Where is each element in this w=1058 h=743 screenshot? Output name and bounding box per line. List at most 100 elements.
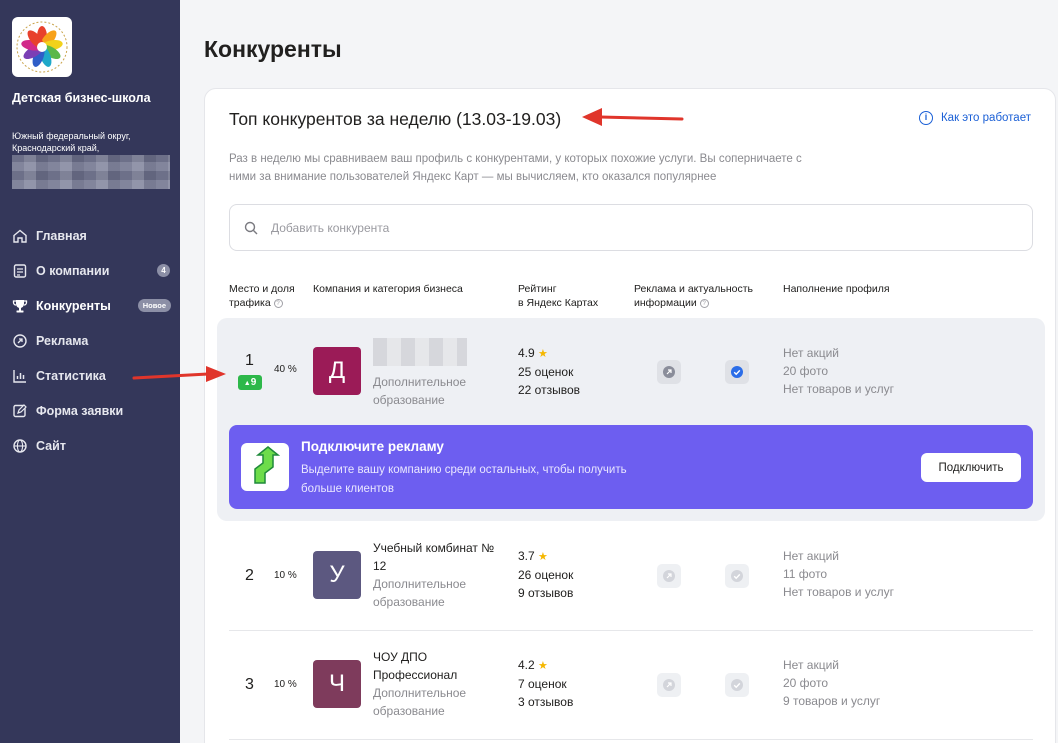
column-header-place: Место и доля трафика ? [229, 282, 295, 310]
sidebar-item-about[interactable]: О компании 4 [0, 253, 180, 288]
ratings-count: 25 оценок [518, 365, 574, 379]
rating-block: 4.9 ★ 25 оценок 22 отзывов [518, 344, 580, 399]
info-actual-check-icon[interactable] [725, 564, 749, 588]
column-header-company: Компания и категория бизнеса [313, 283, 463, 295]
star-icon: ★ [538, 348, 548, 360]
company-category: Дополнительное образование [373, 375, 467, 407]
help-icon[interactable]: ? [699, 298, 709, 308]
row-divider [229, 739, 1033, 740]
company-info: Учебный комбинат № 12 Дополнительное обр… [373, 539, 503, 611]
sidebar-item-competitors[interactable]: Конкуренты Новое [0, 288, 180, 323]
sidebar-item-label: Сайт [36, 438, 66, 453]
goods-count: 9 товаров и услуг [783, 694, 881, 708]
sidebar-item-form[interactable]: Форма заявки [0, 393, 180, 428]
company-name[interactable]: ЧОУ ДПО Профессионал [373, 648, 503, 684]
star-icon: ★ [538, 551, 548, 563]
rank-change-value: 9 [250, 377, 257, 388]
profile-fill: Нет акций 20 фото Нет товаров и услуг [783, 344, 894, 398]
blurred-company-name [373, 338, 467, 366]
how-it-works-label: Как это работает [940, 112, 1031, 124]
card-description: Раз в неделю мы сравниваем ваш профиль с… [229, 153, 802, 183]
column-header-rating: Рейтинг в Яндекс Картах [518, 282, 598, 310]
sidebar-item-label: Форма заявки [36, 403, 124, 418]
reviews-count: 9 отзывов [518, 586, 574, 600]
sidebar-item-label: Конкуренты [36, 298, 111, 313]
blurred-address [12, 155, 170, 189]
trophy-icon [12, 298, 28, 314]
new-badge: Новое [137, 299, 171, 312]
org-name: Детская бизнес-школа [12, 91, 151, 105]
sidebar-item-label: Реклама [36, 333, 89, 348]
company-logo[interactable] [12, 17, 72, 77]
rating-value: 4.2 [518, 658, 535, 672]
column-header-label: трафика [229, 297, 271, 309]
goods-count: Нет товаров и услуг [783, 382, 895, 396]
how-it-works-link[interactable]: i Как это работает [918, 111, 1031, 125]
photos-count: 20 фото [783, 676, 828, 690]
column-header-label: Реклама и актуальность [634, 283, 754, 295]
rating-value: 4.9 [518, 346, 535, 360]
photos-count: 11 фото [783, 567, 828, 581]
help-icon[interactable]: ? [273, 298, 283, 308]
info-actual-check-icon[interactable] [725, 673, 749, 697]
sidebar-item-site[interactable]: Сайт [0, 428, 180, 463]
ad-status-icon[interactable] [657, 673, 681, 697]
add-competitor-search[interactable] [229, 204, 1033, 251]
globe-icon [12, 438, 28, 454]
rank-number: 2 [245, 567, 254, 584]
company-category: Дополнительное образование [373, 577, 467, 609]
company-avatar[interactable]: У [313, 551, 361, 599]
rating-block: 4.2 ★ 7 оценок 3 отзывов [518, 656, 573, 711]
connect-ads-button[interactable]: Подключить [921, 453, 1021, 482]
promos-status: Нет акций [783, 549, 839, 563]
promo-title: Подключите рекламу [301, 439, 444, 454]
rating-value: 3.7 [518, 549, 535, 563]
ad-status-icon[interactable] [657, 564, 681, 588]
org-address: Южный федеральный округ, Краснодарский к… [12, 131, 131, 153]
promos-status: Нет акций [783, 346, 839, 360]
column-header-label: Место и доля [229, 283, 295, 295]
info-actual-check-icon[interactable] [725, 360, 749, 384]
notification-count-badge: 4 [157, 264, 170, 277]
ratings-count: 7 оценок [518, 677, 567, 691]
sidebar-item-home[interactable]: Главная [0, 218, 180, 253]
sidebar-item-label: О компании [36, 263, 110, 278]
annotation-arrow-icon [582, 108, 684, 126]
company-info: ЧОУ ДПО Профессионал Дополнительное обра… [373, 648, 503, 720]
star-icon: ★ [538, 660, 548, 672]
growth-arrow-icon [241, 443, 289, 491]
sidebar-item-ads[interactable]: Реклама [0, 323, 180, 358]
search-icon [244, 221, 258, 234]
search-input[interactable] [271, 220, 991, 235]
ratings-count: 26 оценок [518, 568, 574, 582]
company-info: Дополнительное образование [373, 338, 503, 409]
ads-promo-banner: Подключите рекламу Выделите вашу компани… [229, 425, 1033, 509]
rating-block: 3.7 ★ 26 оценок 9 отзывов [518, 547, 573, 602]
rank-number: 3 [245, 676, 254, 693]
ads-icon [12, 333, 28, 349]
info-icon: i [918, 111, 933, 125]
sidebar-nav: Главная О компании 4 Конкуренты Новое Ре… [0, 218, 180, 463]
column-header-label: Рейтинг [518, 283, 557, 295]
company-category: Дополнительное образование [373, 686, 467, 718]
sidebar-item-label: Статистика [36, 368, 106, 383]
reviews-count: 22 отзывов [518, 383, 581, 397]
home-icon [12, 228, 28, 244]
traffic-share: 10 % [274, 570, 297, 581]
row-divider [229, 630, 1033, 631]
promos-status: Нет акций [783, 658, 839, 672]
document-icon [12, 263, 28, 279]
column-header-fill: Наполнение профиля [783, 283, 890, 295]
sidebar-item-label: Главная [36, 228, 87, 243]
company-avatar[interactable]: Ч [313, 660, 361, 708]
traffic-share: 10 % [274, 679, 297, 690]
column-header-ads: Реклама и актуальность информации ? [634, 282, 753, 310]
annotation-arrow-icon [132, 366, 226, 382]
company-name[interactable]: Учебный комбинат № 12 [373, 539, 503, 575]
profile-fill: Нет акций 11 фото Нет товаров и услуг [783, 547, 894, 601]
reviews-count: 3 отзывов [518, 695, 574, 709]
card-title: Топ конкурентов за неделю (13.03-19.03) [229, 109, 562, 129]
photos-count: 20 фото [783, 364, 828, 378]
ad-status-icon[interactable] [657, 360, 681, 384]
company-avatar[interactable]: Д [313, 347, 361, 395]
